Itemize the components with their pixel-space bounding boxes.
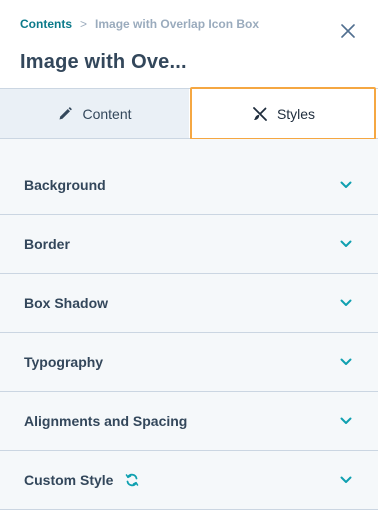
style-sections: Background Border Box Shadow Typography … <box>0 139 378 510</box>
sync-icon <box>125 473 139 487</box>
section-label: Typography <box>24 354 104 370</box>
chevron-down-icon <box>338 295 354 311</box>
brush-cross-icon <box>252 106 268 122</box>
chevron-down-icon <box>338 472 354 488</box>
section-label: Custom Style <box>24 472 114 488</box>
section-label: Border <box>24 236 70 252</box>
breadcrumb: Contents > Image with Overlap Icon Box <box>20 17 259 31</box>
pencil-icon <box>57 106 73 122</box>
section-background[interactable]: Background <box>0 139 378 215</box>
section-typography[interactable]: Typography <box>0 333 378 392</box>
section-label-group: Custom Style <box>24 472 139 488</box>
section-alignments-spacing[interactable]: Alignments and Spacing <box>0 392 378 451</box>
section-label: Alignments and Spacing <box>24 413 188 429</box>
tab-bar: Content Styles <box>0 88 378 139</box>
chevron-down-icon <box>338 413 354 429</box>
tab-content-label: Content <box>82 105 132 122</box>
close-button[interactable] <box>337 20 359 42</box>
section-box-shadow[interactable]: Box Shadow <box>0 274 378 333</box>
breadcrumb-separator: > <box>80 17 88 31</box>
section-border[interactable]: Border <box>0 215 378 274</box>
section-label: Box Shadow <box>24 295 109 311</box>
close-icon <box>341 24 355 38</box>
section-label: Background <box>24 176 106 193</box>
chevron-down-icon <box>338 177 354 193</box>
breadcrumb-parent-link[interactable]: Contents <box>20 17 72 31</box>
chevron-down-icon <box>338 354 354 370</box>
section-custom-style[interactable]: Custom Style <box>0 451 378 510</box>
panel-header: Contents > Image with Overlap Icon Box I… <box>0 0 378 88</box>
breadcrumb-current: Image with Overlap Icon Box <box>95 17 260 31</box>
page-title: Image with Ove... <box>20 51 187 73</box>
tab-styles[interactable]: Styles <box>189 89 378 138</box>
tab-styles-label: Styles <box>276 105 316 122</box>
chevron-down-icon <box>338 236 354 252</box>
tab-content[interactable]: Content <box>0 89 189 138</box>
